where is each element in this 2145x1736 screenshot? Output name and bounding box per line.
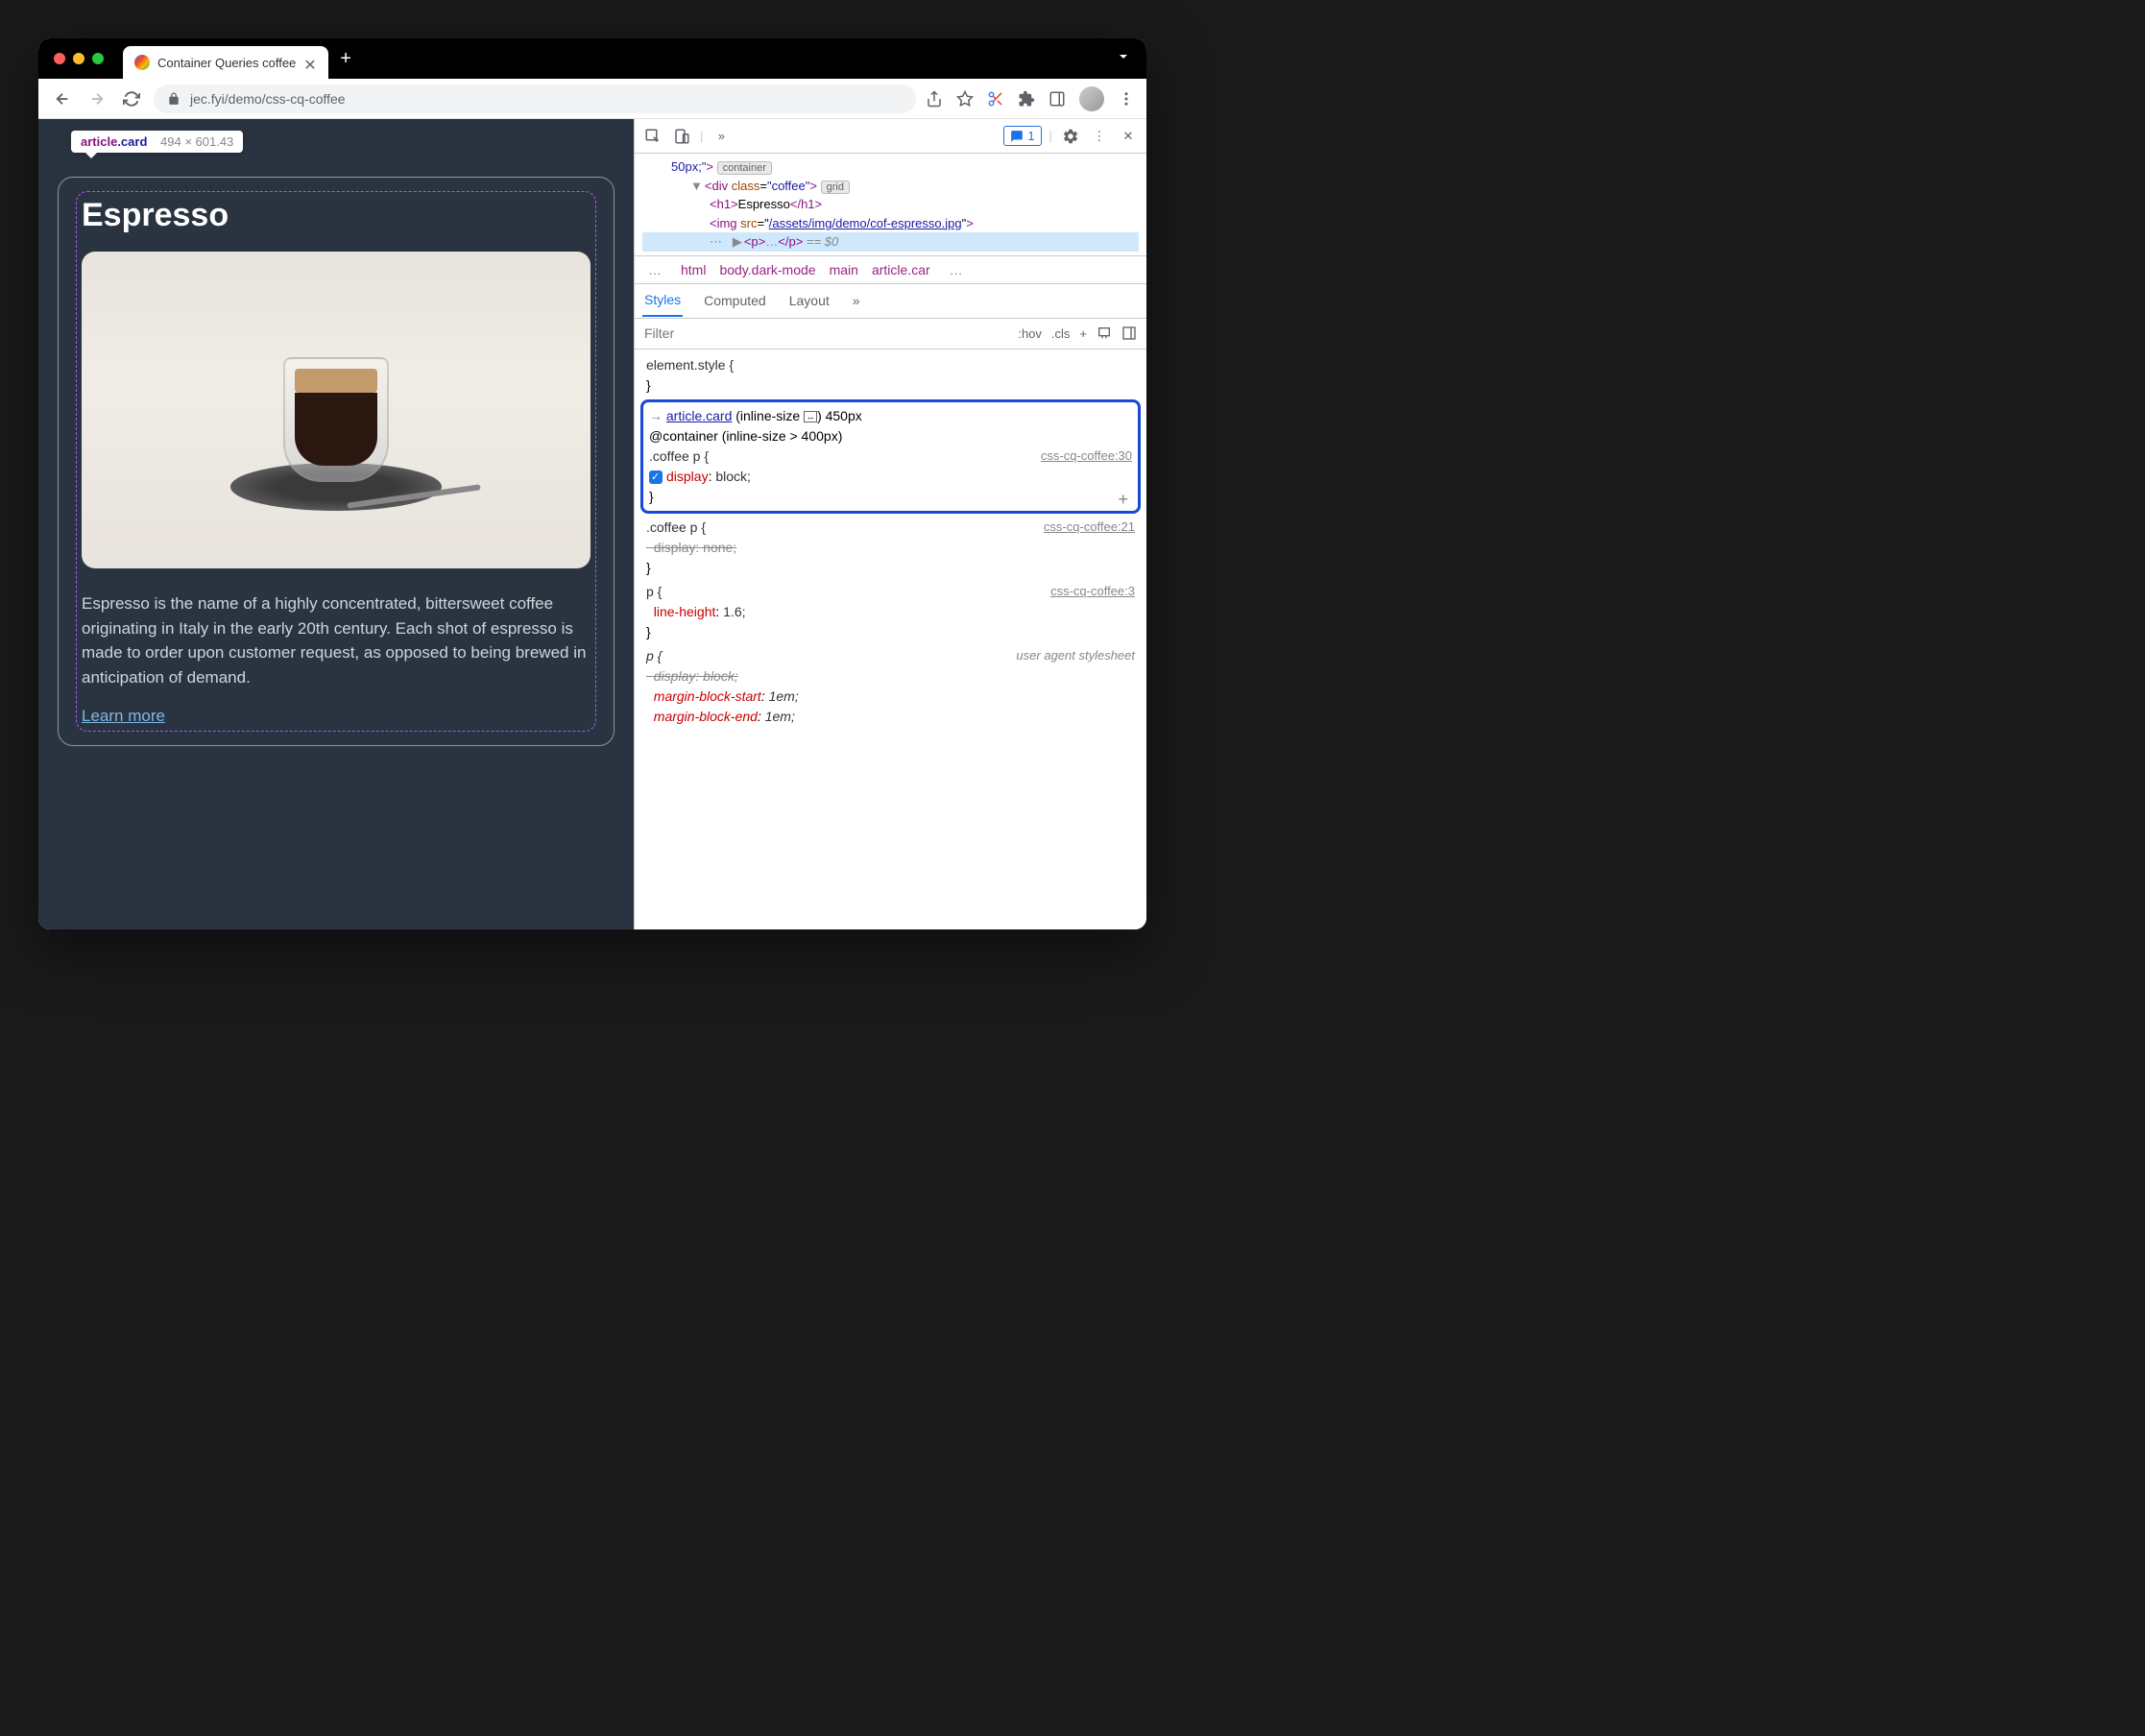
- rule-source-link[interactable]: css-cq-coffee:3: [1050, 582, 1135, 601]
- styles-tabs: Styles Computed Layout »: [635, 284, 1146, 319]
- container-selector-link[interactable]: article.card: [666, 408, 732, 423]
- rule-source-link[interactable]: css-cq-coffee:21: [1044, 518, 1135, 537]
- settings-icon[interactable]: [1060, 126, 1081, 147]
- window-minimize[interactable]: [73, 53, 84, 64]
- share-icon[interactable]: [926, 90, 943, 108]
- devtools-panel: | » 1 | ⋮ ✕ 50px;"> container ▼<div clas…: [634, 119, 1146, 929]
- hov-button[interactable]: :hov: [1018, 326, 1042, 341]
- browser-tab[interactable]: Container Queries coffee ✕: [123, 46, 328, 79]
- inspect-element-class: .card: [117, 134, 147, 149]
- tab-title: Container Queries coffee: [157, 56, 296, 70]
- browser-window: Container Queries coffee ✕ + jec.fyi/dem…: [38, 38, 1146, 929]
- css-rule[interactable]: p {css-cq-coffee:3 line-height: 1.6; }: [635, 580, 1146, 644]
- user-agent-rule[interactable]: p {user agent stylesheet display: block;…: [635, 644, 1146, 729]
- menu-icon[interactable]: [1118, 90, 1135, 108]
- more-menu-icon[interactable]: ⋮: [1089, 126, 1110, 147]
- profile-avatar[interactable]: [1079, 86, 1104, 111]
- new-rule-button[interactable]: +: [1079, 326, 1087, 341]
- property-checkbox[interactable]: [649, 470, 663, 484]
- ellipsis-icon[interactable]: ⋯: [710, 234, 722, 249]
- extensions-icon[interactable]: [1018, 90, 1035, 108]
- browser-toolbar: jec.fyi/demo/css-cq-coffee: [38, 79, 1146, 119]
- traffic-lights: [54, 53, 104, 64]
- learn-more-link[interactable]: Learn more: [82, 707, 165, 726]
- url-text: jec.fyi/demo/css-cq-coffee: [190, 91, 346, 107]
- new-tab-button[interactable]: +: [340, 48, 351, 70]
- elements-tree[interactable]: 50px;"> container ▼<div class="coffee"> …: [635, 154, 1146, 255]
- content-area: article.card 494 × 601.43 Espresso Espre…: [38, 119, 1146, 929]
- breadcrumb-item[interactable]: html: [681, 262, 706, 277]
- breadcrumb-item[interactable]: main: [830, 262, 858, 277]
- tab-more[interactable]: »: [851, 285, 862, 316]
- selected-element[interactable]: ⋯ ▶<p>…</p> == $0: [642, 232, 1139, 252]
- scissors-icon[interactable]: [987, 90, 1004, 108]
- filter-input[interactable]: [635, 326, 1008, 341]
- toggle-sidebar-icon[interactable]: [1121, 326, 1137, 341]
- tab-close-icon[interactable]: ✕: [303, 56, 317, 69]
- close-devtools-icon[interactable]: ✕: [1118, 126, 1139, 147]
- breadcrumb: … html body.dark-mode main article.car …: [635, 255, 1146, 284]
- img-src-link[interactable]: /assets/img/demo/cof-espresso.jpg: [769, 216, 962, 230]
- chevron-down-icon[interactable]: [1116, 49, 1131, 69]
- breadcrumb-item[interactable]: article.car: [872, 262, 930, 277]
- window-maximize[interactable]: [92, 53, 104, 64]
- reload-button[interactable]: [119, 86, 144, 111]
- container-query-rule[interactable]: → article.card (inline-size ↔) 450px @co…: [640, 399, 1141, 514]
- inspect-dimensions: 494 × 601.43: [160, 134, 233, 149]
- cls-button[interactable]: .cls: [1051, 326, 1071, 341]
- coffee-card: Espresso Espresso is the name of a highl…: [58, 177, 615, 746]
- inline-size-icon: ↔: [804, 411, 817, 422]
- toolbar-icons: [926, 86, 1135, 111]
- devtools-toolbar: | » 1 | ⋮ ✕: [635, 119, 1146, 154]
- address-bar[interactable]: jec.fyi/demo/css-cq-coffee: [154, 84, 916, 113]
- card-description: Espresso is the name of a highly concent…: [82, 591, 590, 689]
- star-icon[interactable]: [956, 90, 974, 108]
- page-content: article.card 494 × 601.43 Espresso Espre…: [38, 119, 634, 929]
- tab-styles[interactable]: Styles: [642, 284, 683, 317]
- favicon: [134, 55, 150, 70]
- tab-layout[interactable]: Layout: [787, 285, 831, 316]
- inspect-tooltip: article.card 494 × 601.43: [71, 131, 243, 153]
- breadcrumb-item[interactable]: body.dark-mode: [719, 262, 815, 277]
- container-badge[interactable]: container: [717, 161, 772, 175]
- issues-badge[interactable]: 1: [1003, 126, 1041, 146]
- more-tabs-button[interactable]: »: [711, 126, 732, 147]
- lock-icon: [167, 92, 181, 106]
- forward-button[interactable]: [84, 86, 109, 111]
- breadcrumb-overflow-left[interactable]: …: [642, 262, 667, 277]
- issues-count: 1: [1027, 129, 1034, 143]
- inspect-element-button[interactable]: [642, 126, 663, 147]
- coffee-image: [82, 252, 590, 568]
- add-property-button[interactable]: +: [1118, 487, 1128, 513]
- grid-badge[interactable]: grid: [821, 181, 850, 194]
- breadcrumb-overflow-right[interactable]: …: [944, 262, 969, 277]
- styles-filter-bar: :hov .cls +: [635, 319, 1146, 350]
- format-icon[interactable]: [1097, 326, 1112, 341]
- rule-source-link[interactable]: css-cq-coffee:30: [1041, 446, 1132, 466]
- inspect-element-tag: article: [81, 134, 117, 149]
- device-toggle-button[interactable]: [671, 126, 692, 147]
- sidepanel-icon[interactable]: [1048, 90, 1066, 108]
- styles-pane[interactable]: element.style {} → article.card (inline-…: [635, 350, 1146, 930]
- card-title: Espresso: [82, 197, 590, 234]
- back-button[interactable]: [50, 86, 75, 111]
- tab-computed[interactable]: Computed: [702, 285, 768, 316]
- window-close[interactable]: [54, 53, 65, 64]
- css-rule[interactable]: .coffee p {css-cq-coffee:21 display: non…: [635, 516, 1146, 580]
- titlebar: Container Queries coffee ✕ +: [38, 38, 1146, 79]
- element-style-rule[interactable]: element.style {}: [635, 353, 1146, 398]
